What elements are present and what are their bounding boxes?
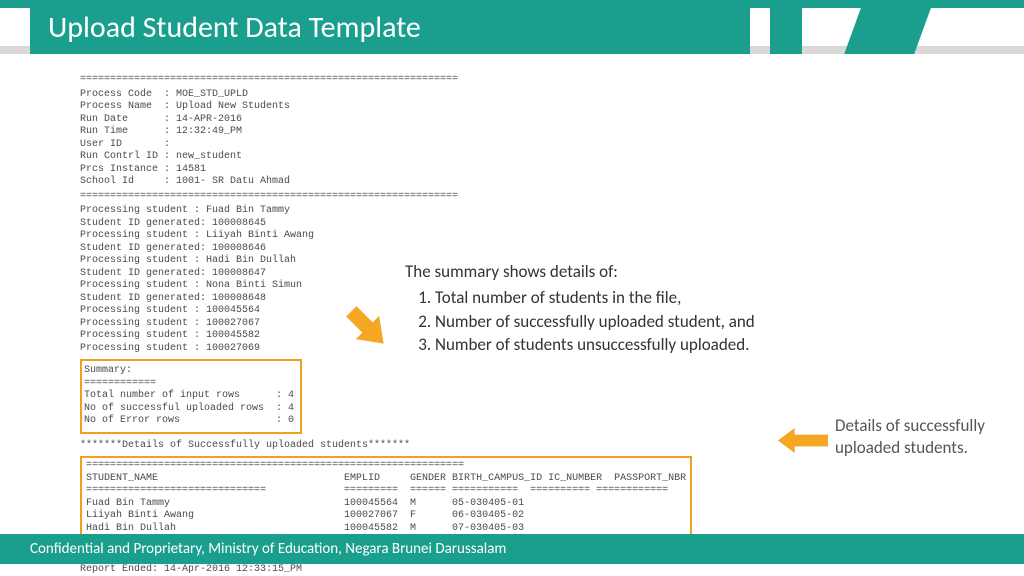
summary-rows: Total number of input rows : 4 No of suc… [84,390,294,428]
summary-underline: ============ [84,378,294,391]
table-columns: STUDENT_NAME EMPLID GENDER BIRTH_CAMPUS_… [86,473,686,486]
callout-summary-intro: The summary shows details of: [405,260,885,284]
header-teal-under [30,46,750,54]
summary-highlight-box: Summary: ============ Total number of in… [80,359,302,434]
header-accent-1 [770,0,802,54]
log-divider-1: ========================================… [80,74,944,87]
log-divider-2: ========================================… [80,191,944,204]
table-underline: ============================== =========… [86,485,686,498]
slide-header: Upload Student Data Template [0,0,1024,54]
page-title: Upload Student Data Template [48,9,421,46]
callout-summary-list: Total number of students in the file,Num… [435,286,885,357]
callout-summary: The summary shows details of: Total numb… [405,260,885,357]
report-ended: Report Ended: 14-Apr-2016 12:33:15_PM [80,564,944,576]
callout-list-item: Number of students unsuccessfully upload… [435,333,885,357]
callout-list-item: Total number of students in the file, [435,286,885,310]
arrow-diagonal-icon [340,300,395,355]
arrow-left-small-icon [778,420,828,460]
callout-list-item: Number of successfully uploaded student,… [435,310,885,334]
footer-text: Confidential and Proprietary, Ministry o… [30,540,506,558]
summary-title: Summary: [84,365,294,378]
table-divider-top: ========================================… [86,460,686,473]
log-header-lines: Process Code : MOE_STD_UPLD Process Name… [80,89,944,189]
callout-details: Details of successfully uploaded student… [835,415,1015,459]
slide-footer: Confidential and Proprietary, Ministry o… [0,534,1024,564]
